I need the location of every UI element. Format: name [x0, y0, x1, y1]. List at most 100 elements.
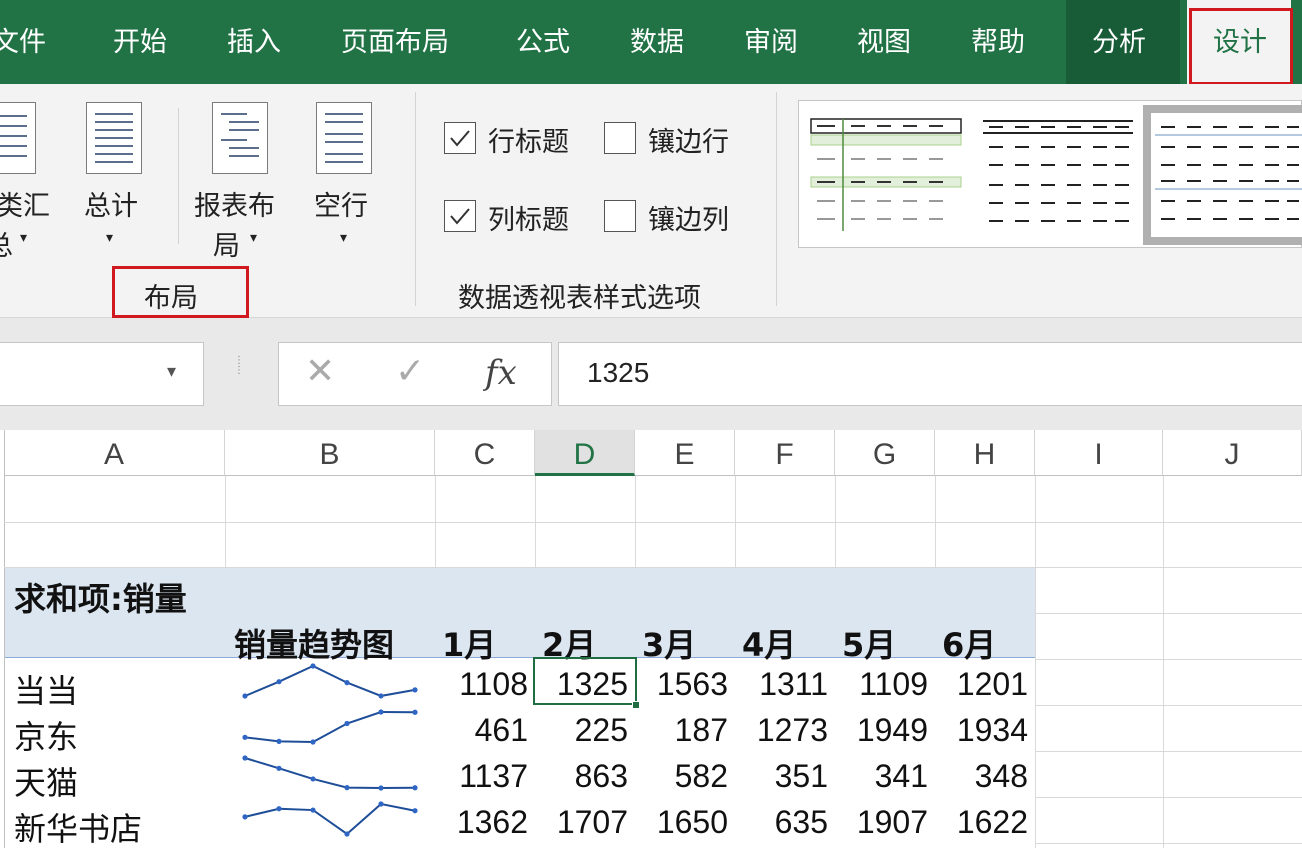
- pivot-style-option-2[interactable]: [983, 120, 1133, 222]
- value-cell[interactable]: 348: [935, 758, 1028, 795]
- column-header-c[interactable]: C: [435, 430, 535, 476]
- value-cell[interactable]: 1650: [635, 804, 728, 841]
- tab-view[interactable]: 视图: [857, 0, 911, 84]
- banded-rows-label[interactable]: 镶边行: [648, 120, 729, 159]
- highlight-layout-group: [112, 266, 249, 318]
- value-cell[interactable]: 1108: [435, 666, 528, 703]
- column-header-j[interactable]: J: [1163, 430, 1302, 476]
- pivot-style-option-3[interactable]: [1143, 105, 1302, 245]
- column-headers-label[interactable]: 列标题: [488, 198, 569, 237]
- value-cell[interactable]: 1622: [935, 804, 1028, 841]
- tab-home[interactable]: 开始: [113, 0, 167, 84]
- column-header-g[interactable]: G: [835, 430, 935, 476]
- highlight-design-tab: [1189, 8, 1293, 85]
- value-cell[interactable]: 1563: [635, 666, 728, 703]
- value-cell[interactable]: 1362: [435, 804, 528, 841]
- tab-help[interactable]: 帮助: [971, 0, 1025, 84]
- name-box[interactable]: ▾: [0, 342, 204, 406]
- sparkline-marker: [276, 679, 282, 685]
- value-cell[interactable]: 863: [535, 758, 628, 795]
- grand-totals-label[interactable]: 总计: [84, 184, 138, 223]
- fill-handle[interactable]: [632, 701, 640, 709]
- tab-file[interactable]: 文件: [0, 0, 46, 84]
- sparkline-marker: [344, 831, 350, 837]
- group-separator: [178, 108, 179, 244]
- sparkline-2: [244, 710, 416, 744]
- value-cell[interactable]: 582: [635, 758, 728, 795]
- row-label-4[interactable]: 新华书店: [14, 804, 142, 850]
- row-headers-label[interactable]: 行标题: [488, 120, 569, 159]
- value-cell[interactable]: 1109: [835, 666, 928, 703]
- chevron-down-icon[interactable]: ▾: [106, 230, 113, 246]
- blank-rows-label[interactable]: 空行: [314, 184, 368, 223]
- tab-page-layout[interactable]: 页面布局: [341, 0, 449, 84]
- value-cell[interactable]: 187: [635, 712, 728, 749]
- sparkline-marker: [276, 765, 282, 771]
- sparkline-marker: [378, 785, 384, 791]
- column-header-h[interactable]: H: [935, 430, 1035, 476]
- row-label-1[interactable]: 当当: [14, 666, 78, 712]
- chevron-down-icon[interactable]: ▾: [20, 230, 27, 246]
- column-headers-checkbox[interactable]: [444, 200, 476, 232]
- banded-columns-checkbox[interactable]: [604, 200, 636, 232]
- blank-rows-icon[interactable]: [316, 102, 372, 174]
- value-cell[interactable]: 1201: [935, 666, 1028, 703]
- active-cell-border: [533, 657, 637, 705]
- value-cell[interactable]: 461: [435, 712, 528, 749]
- chevron-down-icon[interactable]: ▾: [167, 361, 176, 382]
- banded-columns-label[interactable]: 镶边列: [648, 198, 729, 237]
- tab-analyze[interactable]: 分析: [1066, 0, 1180, 84]
- chevron-down-icon[interactable]: ▾: [250, 230, 257, 246]
- column-header-d[interactable]: D: [535, 430, 635, 476]
- month-header-4[interactable]: 4月: [742, 620, 796, 666]
- enter-check-icon[interactable]: ✓: [395, 351, 425, 392]
- value-cell[interactable]: 1949: [835, 712, 928, 749]
- tab-data[interactable]: 数据: [630, 0, 684, 84]
- sparkline-1: [244, 664, 416, 697]
- pivot-title[interactable]: 求和项:销量: [14, 574, 187, 620]
- sparkline-marker: [242, 734, 248, 740]
- column-header-f[interactable]: F: [735, 430, 835, 476]
- pivot-style-option-1[interactable]: [810, 118, 962, 231]
- column-header-i[interactable]: I: [1035, 430, 1163, 476]
- sparkline-marker: [344, 785, 350, 791]
- tab-insert[interactable]: 插入: [227, 0, 281, 84]
- insert-function-icon[interactable]: fx: [485, 353, 517, 393]
- month-header-5[interactable]: 5月: [842, 620, 896, 666]
- month-header-6[interactable]: 6月: [942, 620, 996, 666]
- grand-totals-icon[interactable]: [86, 102, 142, 174]
- value-cell[interactable]: 351: [735, 758, 828, 795]
- row-label-3[interactable]: 天猫: [14, 758, 78, 804]
- value-cell[interactable]: 1273: [735, 712, 828, 749]
- row-label-2[interactable]: 京东: [14, 712, 78, 758]
- tab-formulas[interactable]: 公式: [516, 0, 570, 84]
- value-cell[interactable]: 1907: [835, 804, 928, 841]
- row-headers-checkbox[interactable]: [444, 122, 476, 154]
- grid-line: [1035, 613, 1302, 614]
- chevron-down-icon[interactable]: ▾: [340, 230, 347, 246]
- month-header-3[interactable]: 3月: [642, 620, 696, 666]
- value-cell[interactable]: 1137: [435, 758, 528, 795]
- group-separator: [776, 92, 777, 306]
- value-cell[interactable]: 635: [735, 804, 828, 841]
- value-cell[interactable]: 225: [535, 712, 628, 749]
- value-cell[interactable]: 1311: [735, 666, 828, 703]
- pivot-style-gallery: [798, 100, 1302, 248]
- value-cell[interactable]: 1707: [535, 804, 628, 841]
- value-cell[interactable]: 1934: [935, 712, 1028, 749]
- formula-input[interactable]: 1325: [558, 342, 1302, 406]
- tab-review[interactable]: 审阅: [744, 0, 798, 84]
- subtotals-icon[interactable]: [0, 102, 36, 174]
- value-cell[interactable]: 341: [835, 758, 928, 795]
- column-header-a[interactable]: A: [4, 430, 225, 476]
- resize-grip-icon[interactable]: ⋮ ⋮: [234, 356, 244, 376]
- month-header-1[interactable]: 1月: [442, 620, 496, 666]
- banded-rows-checkbox[interactable]: [604, 122, 636, 154]
- grid-line: [1035, 797, 1302, 798]
- formula-value: 1325: [587, 357, 650, 388]
- cancel-icon[interactable]: ✕: [305, 351, 335, 392]
- report-layout-label[interactable]: 报表布: [194, 184, 275, 223]
- column-header-e[interactable]: E: [635, 430, 735, 476]
- report-layout-icon[interactable]: [212, 102, 268, 174]
- column-header-b[interactable]: B: [225, 430, 435, 476]
